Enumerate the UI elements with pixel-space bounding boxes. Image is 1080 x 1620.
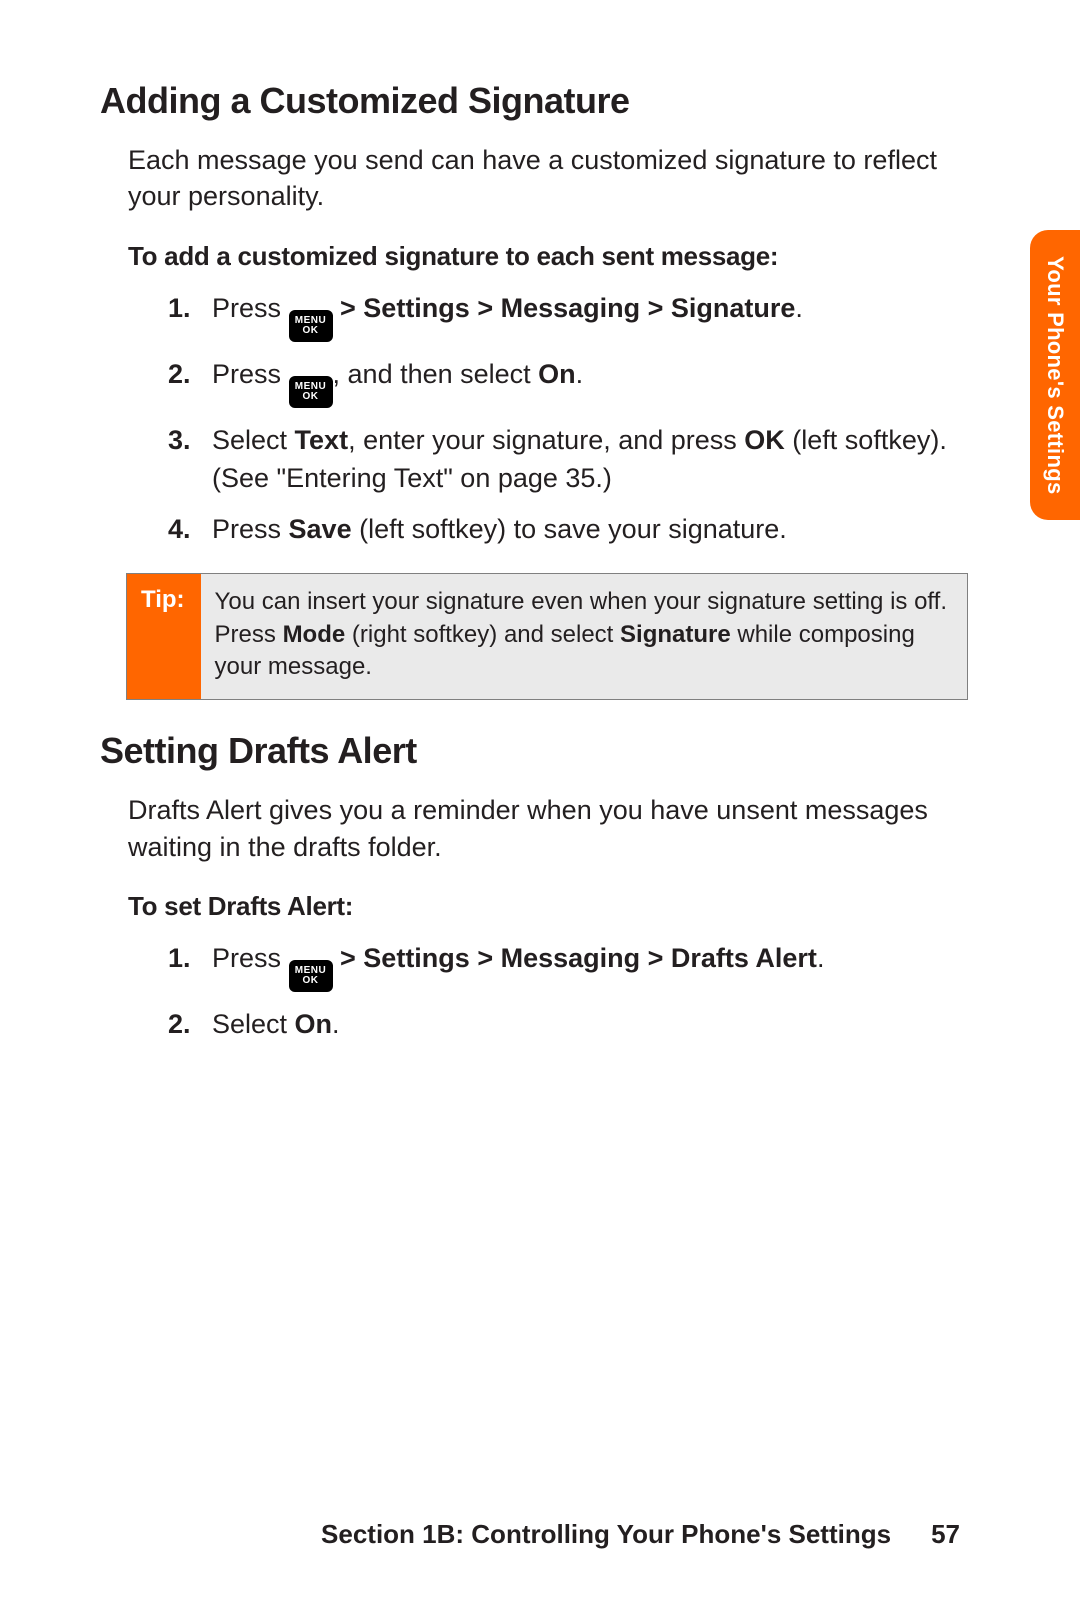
menu-ok-key-icon: MENUOK bbox=[289, 960, 333, 992]
subhead-signature: To add a customized signature to each se… bbox=[128, 241, 960, 272]
step-2: 2. Press MENUOK, and then select On. bbox=[168, 356, 960, 408]
footer-section: Section 1B: Controlling Your Phone's Set… bbox=[321, 1519, 891, 1549]
manual-page: Your Phone's Settings Adding a Customize… bbox=[0, 0, 1080, 1620]
menu-ok-key-icon: MENUOK bbox=[289, 310, 333, 342]
page-footer: Section 1B: Controlling Your Phone's Set… bbox=[321, 1519, 960, 1550]
heading-signature: Adding a Customized Signature bbox=[100, 80, 960, 122]
step-1: 1. Press MENUOK > Settings > Messaging >… bbox=[168, 290, 960, 342]
steps-signature: 1. Press MENUOK > Settings > Messaging >… bbox=[168, 290, 960, 549]
tip-box: Tip: You can insert your signature even … bbox=[126, 573, 968, 700]
page-number: 57 bbox=[931, 1519, 960, 1549]
intro-signature: Each message you send can have a customi… bbox=[128, 142, 960, 215]
step-3: 3. Select Text, enter your signature, an… bbox=[168, 422, 960, 498]
step-2: 2. Select On. bbox=[168, 1006, 960, 1044]
tip-label: Tip: bbox=[127, 574, 201, 699]
menu-ok-key-icon: MENUOK bbox=[289, 376, 333, 408]
side-tab: Your Phone's Settings bbox=[1030, 230, 1080, 520]
step-1: 1. Press MENUOK > Settings > Messaging >… bbox=[168, 940, 960, 992]
intro-drafts: Drafts Alert gives you a reminder when y… bbox=[128, 792, 960, 865]
step-4: 4. Press Save (left softkey) to save you… bbox=[168, 511, 960, 549]
side-tab-label: Your Phone's Settings bbox=[1042, 256, 1068, 494]
subhead-drafts: To set Drafts Alert: bbox=[128, 891, 960, 922]
steps-drafts: 1. Press MENUOK > Settings > Messaging >… bbox=[168, 940, 960, 1044]
heading-drafts: Setting Drafts Alert bbox=[100, 730, 960, 772]
tip-content: You can insert your signature even when … bbox=[201, 574, 967, 699]
